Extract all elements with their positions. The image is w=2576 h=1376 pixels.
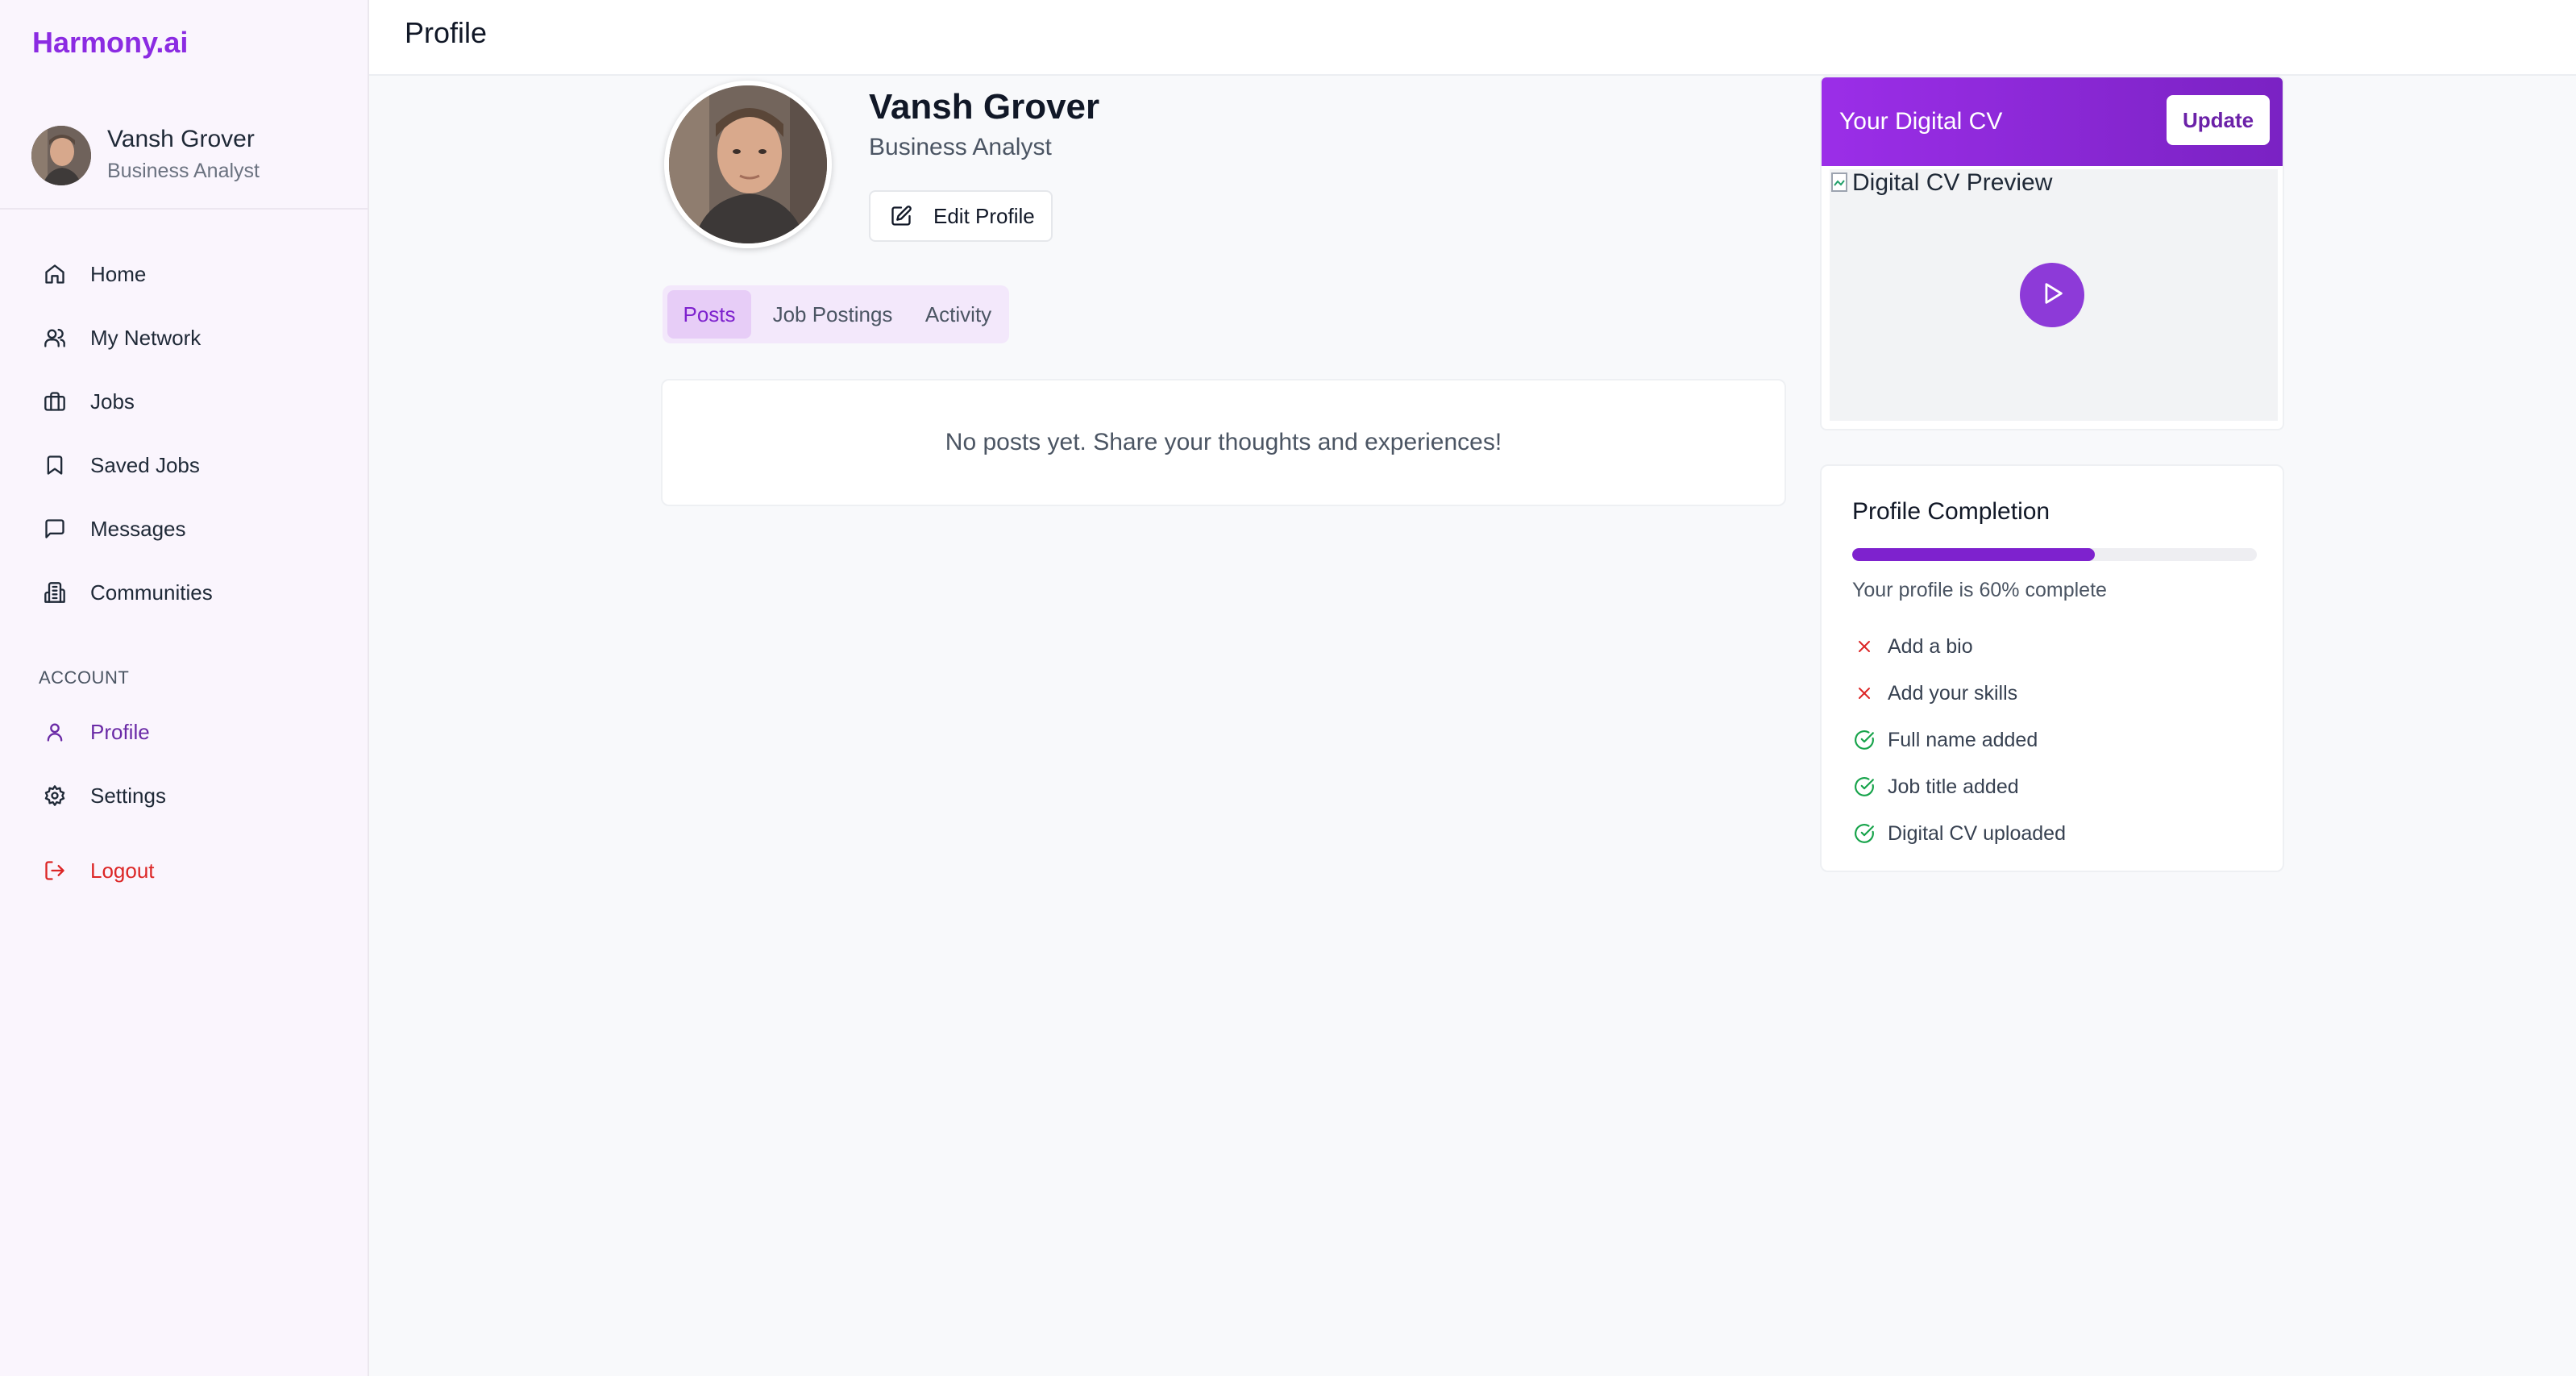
sidebar-item-messages[interactable]: Messages (32, 505, 339, 553)
checklist-item-label: Add your skills (1888, 681, 2018, 705)
check-circle-icon (1852, 775, 1876, 799)
sidebar-user-title: Business Analyst (107, 160, 260, 182)
checklist-item: Full name added (1852, 724, 2038, 756)
sidebar-item-label: Home (90, 261, 147, 286)
gear-icon (39, 779, 71, 812)
check-circle-icon (1852, 821, 1876, 846)
tab-activity[interactable]: Activity (912, 290, 1004, 339)
top-bar: Profile (369, 0, 2576, 76)
checklist-item-label: Job title added (1888, 775, 2019, 798)
tab-job-postings[interactable]: Job Postings (759, 290, 906, 339)
bookmark-icon (39, 449, 71, 481)
checklist-item: Add your skills (1852, 677, 2017, 709)
logout-icon (39, 854, 71, 887)
digital-cv-title: Your Digital CV (1839, 108, 2003, 135)
checklist-item-label: Digital CV uploaded (1888, 821, 2066, 845)
message-icon (39, 513, 71, 545)
sidebar-item-jobs[interactable]: Jobs (32, 377, 339, 426)
sidebar-user-name: Vansh Grover (107, 126, 255, 152)
tab-posts[interactable]: Posts (667, 290, 751, 339)
check-circle-icon (1852, 728, 1876, 752)
checklist-item-label: Full name added (1888, 728, 2038, 751)
cv-preview-alt: Digital CV Preview (1830, 169, 2052, 197)
profile-job-title: Business Analyst (869, 134, 1052, 160)
edit-icon (888, 203, 914, 229)
empty-posts-message: No posts yet. Share your thoughts and ex… (945, 429, 1502, 455)
sidebar-item-communities[interactable]: Communities (32, 568, 339, 617)
sidebar-item-profile[interactable]: Profile (32, 708, 339, 756)
avatar (31, 126, 91, 185)
checklist-item: Add a bio (1852, 630, 1973, 663)
digital-cv-card: Your Digital CV Update Digital CV Previe… (1820, 76, 2284, 430)
sidebar-item-my-network[interactable]: My Network (32, 314, 339, 362)
play-button[interactable] (2020, 263, 2084, 327)
sidebar-item-saved-jobs[interactable]: Saved Jobs (32, 441, 339, 489)
sidebar-item-home[interactable]: Home (32, 250, 339, 298)
sidebar-section-label: ACCOUNT (39, 667, 130, 688)
checklist-item-label: Add a bio (1888, 634, 1973, 658)
sidebar-user-card[interactable]: Vansh Grover Business Analyst (0, 105, 368, 210)
sidebar: Harmony.ai Vansh Grover Business Analyst… (0, 0, 369, 1376)
sidebar-item-label: Jobs (90, 389, 135, 414)
completion-progress-bar (1852, 548, 2257, 561)
play-icon (2038, 280, 2066, 311)
update-cv-button[interactable]: Update (2167, 95, 2270, 145)
users-icon (39, 322, 71, 354)
sidebar-item-settings[interactable]: Settings (32, 771, 339, 820)
user-icon (39, 716, 71, 748)
sidebar-item-label: Saved Jobs (90, 452, 200, 477)
digital-cv-preview[interactable]: Digital CV Preview (1830, 169, 2278, 421)
brand-logo[interactable]: Harmony.ai (32, 26, 188, 60)
profile-avatar (664, 81, 832, 248)
edit-profile-label: Edit Profile (933, 203, 1035, 228)
completion-status-text: Your profile is 60% complete (1852, 579, 2107, 601)
sidebar-item-label: My Network (90, 325, 202, 350)
completion-progress-fill (1852, 548, 2096, 561)
sidebar-item-label: Profile (90, 719, 150, 744)
checklist-item: Job title added (1852, 771, 2019, 803)
logout-label: Logout (90, 858, 155, 883)
logout-button[interactable]: Logout (32, 846, 339, 895)
page-title: Profile (405, 16, 488, 49)
posts-panel: No posts yet. Share your thoughts and ex… (661, 379, 1786, 506)
x-icon (1852, 634, 1876, 659)
digital-cv-header: Your Digital CV Update (1822, 77, 2283, 166)
cv-preview-alt-text: Digital CV Preview (1852, 169, 2053, 196)
x-icon (1852, 681, 1876, 705)
sidebar-item-label: Settings (90, 783, 166, 808)
sidebar-item-label: Communities (90, 580, 213, 605)
profile-completion-card: Profile Completion Your profile is 60% c… (1820, 464, 2284, 872)
profile-name: Vansh Grover (869, 87, 1100, 127)
briefcase-icon (39, 385, 71, 418)
edit-profile-button[interactable]: Edit Profile (869, 190, 1053, 242)
broken-image-icon (1831, 173, 1847, 192)
sidebar-item-label: Messages (90, 516, 186, 541)
profile-tabs: Posts Job Postings Activity (663, 285, 1009, 343)
checklist-item: Digital CV uploaded (1852, 817, 2066, 850)
profile-completion-title: Profile Completion (1852, 498, 2050, 525)
home-icon (39, 258, 71, 290)
building-icon (39, 576, 71, 609)
